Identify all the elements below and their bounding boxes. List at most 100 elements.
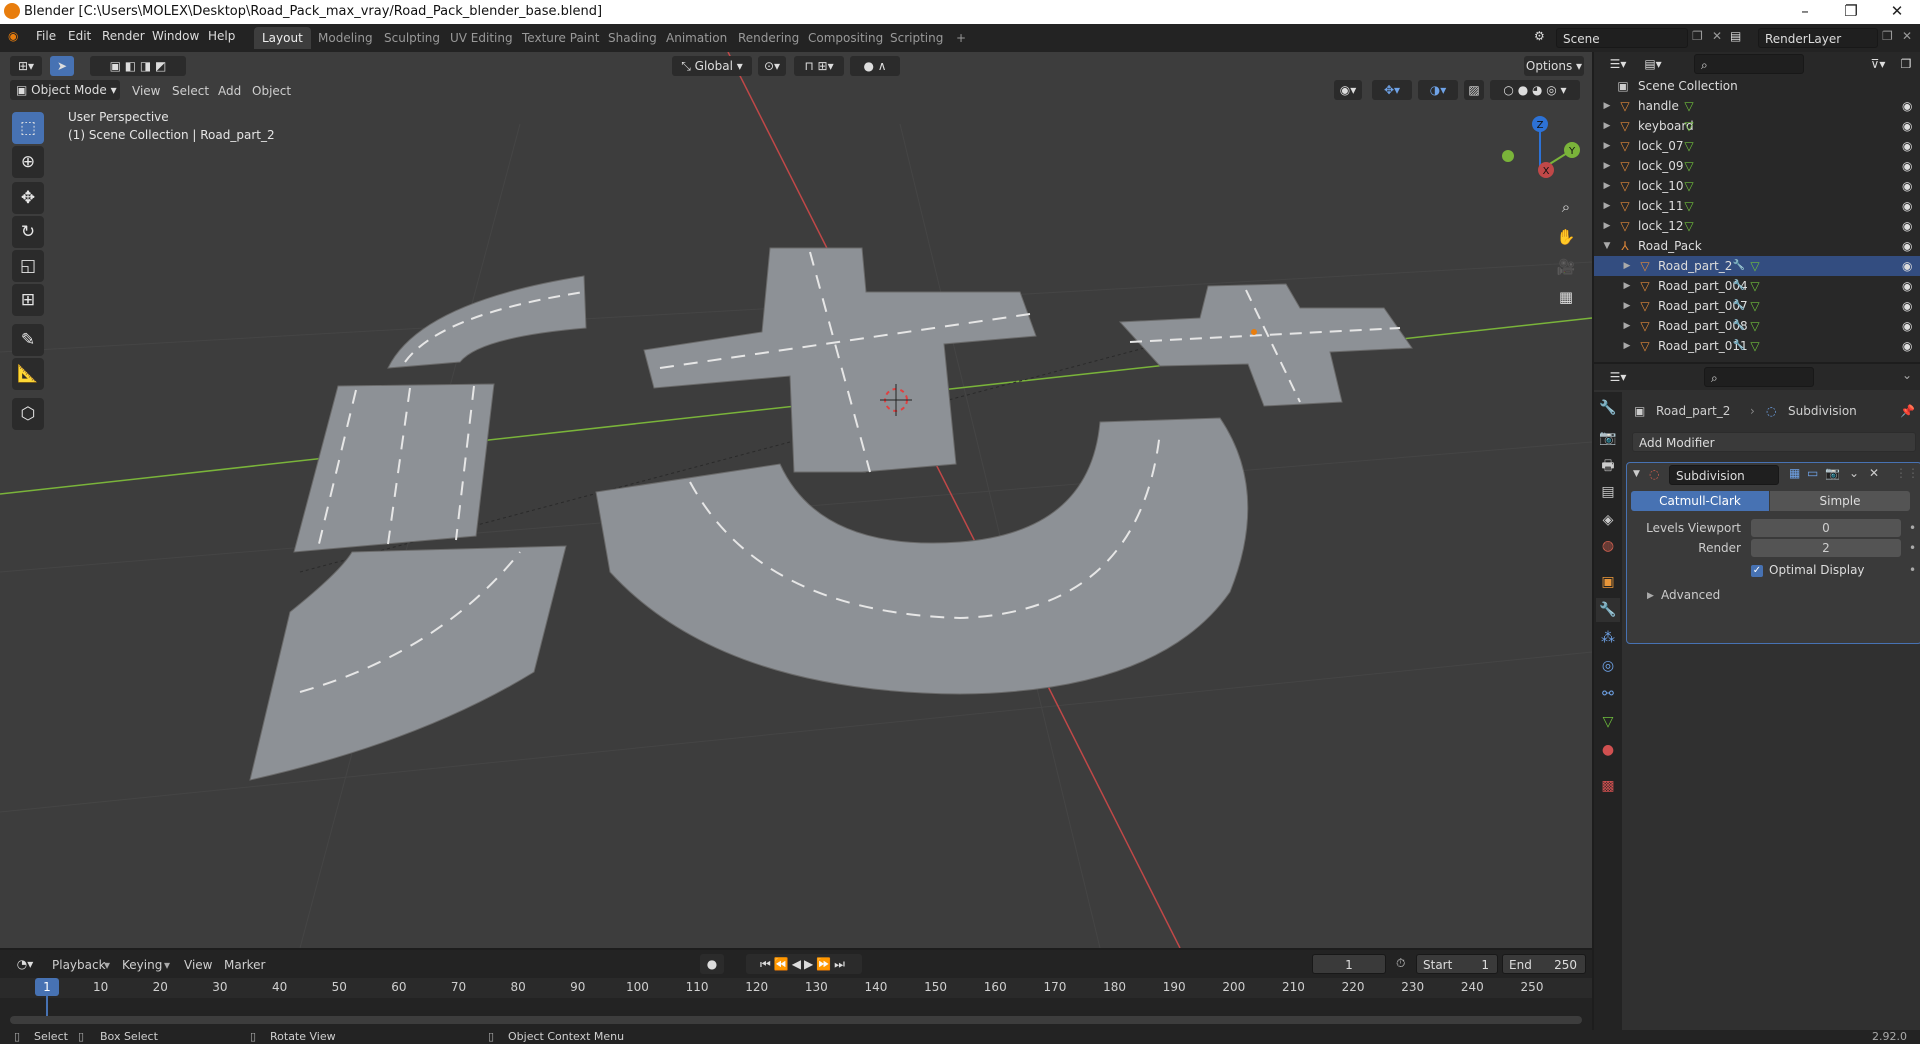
collapse-arrow-icon[interactable]: ▼ — [1633, 469, 1640, 479]
modifier-menu-icon[interactable]: ⌄ — [1849, 466, 1859, 480]
annotate-tool-icon[interactable]: ✎ — [12, 324, 44, 356]
menu-render[interactable]: Render — [102, 29, 145, 43]
expand-arrow-icon[interactable]: ▶ — [1602, 196, 1612, 216]
snap-toggle[interactable]: ⊓ ⊞▾ — [794, 56, 844, 76]
constraints-properties-icon[interactable]: ⚯ — [1596, 682, 1620, 706]
transform-orientation-dropdown[interactable]: ⤡ Global ▾ — [672, 56, 752, 76]
tab-scripting[interactable]: Scripting — [882, 27, 951, 49]
xray-toggle-icon[interactable]: ▨ — [1464, 80, 1484, 100]
visibility-eye-icon[interactable]: ◉ — [1902, 276, 1912, 296]
object-properties-icon[interactable]: ▣ — [1596, 570, 1620, 594]
mesh-data-icon[interactable]: ▽ — [1682, 136, 1696, 156]
mesh-data-icon[interactable]: ▽ — [1748, 316, 1762, 336]
world-properties-icon[interactable]: ◍ — [1596, 534, 1620, 558]
menu-keying[interactable]: Keying — [122, 958, 162, 972]
visibility-eye-icon[interactable]: ◉ — [1902, 296, 1912, 316]
camera-view-icon[interactable]: 🎥 — [1553, 254, 1579, 280]
output-properties-icon[interactable]: 🖶 — [1596, 454, 1620, 478]
scene-collection-row[interactable]: ▣ Scene Collection — [1594, 76, 1920, 96]
menu-window[interactable]: Window — [152, 29, 199, 43]
use-preview-range-icon[interactable]: ⏱ — [1396, 956, 1405, 971]
mesh-data-icon[interactable]: ▽ — [1748, 276, 1762, 296]
menu-file[interactable]: File — [36, 29, 56, 43]
expand-arrow-icon[interactable]: ▶ — [1622, 316, 1632, 336]
start-frame-field[interactable]: Start 1 — [1416, 954, 1498, 974]
options-dropdown[interactable]: Options ▾ — [1524, 56, 1584, 76]
render-levels-field[interactable]: 2 — [1751, 539, 1901, 557]
expand-arrow-icon[interactable]: ▶ — [1622, 296, 1632, 316]
advanced-expand-icon[interactable]: ▶ — [1647, 591, 1654, 601]
zoom-icon[interactable]: ⌕ — [1553, 194, 1579, 220]
simple-tab[interactable]: Simple — [1770, 491, 1910, 511]
properties-panel[interactable]: ☰▾ ⌕ ⌄ 🔧 📷 🖶 ▤ ◈ ◍ ▣ 🔧 ⁂ ◎ ⚯ ▽ ● ▩ ▣ Roa… — [1594, 364, 1920, 1044]
gizmo-neg-y[interactable] — [1502, 150, 1514, 162]
road-crossroad-large[interactable] — [643, 247, 1037, 473]
mesh-data-icon[interactable]: ▽ — [1748, 256, 1762, 276]
outliner-item[interactable]: ▶ ▽ lock_11 ▽ ◉ — [1594, 196, 1920, 216]
keyframe-dot-icon[interactable]: • — [1909, 521, 1916, 535]
tab-uv-editing[interactable]: UV Editing — [442, 27, 521, 49]
navigation-gizmo[interactable]: Z Y X — [1502, 116, 1580, 178]
pan-hand-icon[interactable]: ✋ — [1553, 224, 1579, 250]
mesh-data-icon[interactable]: ▽ — [1682, 176, 1696, 196]
road-curve-small[interactable] — [387, 275, 587, 369]
visibility-eye-icon[interactable]: ◉ — [1902, 336, 1912, 356]
outliner-item[interactable]: ▶ ▽ Road_part_008 🔧 ▽ ◉ — [1594, 316, 1920, 336]
expand-arrow-icon[interactable]: ▶ — [1622, 276, 1632, 296]
display-mode-dropdown[interactable]: ▤▾ — [1638, 54, 1668, 74]
drag-handle-icon[interactable]: ⋮⋮ — [1895, 466, 1919, 480]
edit-mode-toggle-icon[interactable]: ▦ — [1789, 466, 1800, 480]
outliner-item[interactable]: ▶ ▽ lock_10 ▽ ◉ — [1594, 176, 1920, 196]
expand-arrow-icon[interactable]: ▶ — [1602, 156, 1612, 176]
outliner-item[interactable]: ▶ ▽ Road_part_011 🔧 ▽ ◉ — [1594, 336, 1920, 356]
visibility-eye-icon[interactable]: ◉ — [1902, 196, 1912, 216]
modifier-name-input[interactable]: Subdivision — [1669, 465, 1779, 485]
menu-playback[interactable]: Playback — [52, 958, 106, 972]
visibility-eye-icon[interactable]: ◉ — [1902, 96, 1912, 116]
tab-layout[interactable]: Layout — [254, 27, 311, 49]
road-pieces[interactable] — [249, 247, 1413, 781]
expand-arrow-icon[interactable]: ▶ — [1602, 136, 1612, 156]
modifier-icon[interactable]: 🔧 — [1732, 296, 1746, 316]
modifier-icon[interactable]: 🔧 — [1732, 316, 1746, 336]
close-window-button[interactable]: ✕ — [1874, 0, 1920, 24]
timeline-editor[interactable]: ◔▾ Playback ▾ Keying ▾ View Marker ● ⏮⏪◀… — [0, 950, 1592, 1030]
maximize-button[interactable]: ❐ — [1828, 0, 1874, 24]
physics-properties-icon[interactable]: ◎ — [1596, 654, 1620, 678]
visibility-eye-icon[interactable]: ◉ — [1902, 116, 1912, 136]
road-crossroad-small[interactable] — [1118, 283, 1413, 407]
mesh-data-icon[interactable]: ▽ — [1682, 156, 1696, 176]
cursor-tool-icon[interactable]: ⊕ — [12, 146, 44, 178]
visibility-eye-icon[interactable]: ◉ — [1902, 236, 1912, 256]
outliner-item[interactable]: ▶ ▽ Road_part_2 🔧 ▽ ◉ — [1594, 256, 1920, 276]
view-layer-properties-icon[interactable]: ▤ — [1596, 480, 1620, 504]
playback-controls[interactable]: ⏮⏪◀▶⏩⏭ — [746, 954, 862, 974]
overlay-toggle-icon[interactable]: ◑▾ — [1418, 80, 1458, 100]
render-properties-icon[interactable]: 📷 — [1596, 426, 1620, 450]
catmull-clark-tab[interactable]: Catmull-Clark — [1631, 491, 1769, 511]
modifier-icon[interactable]: 🔧 — [1732, 336, 1746, 356]
modifier-icon[interactable]: 🔧 — [1732, 256, 1746, 276]
new-collection-icon[interactable]: ❐ — [1896, 54, 1916, 74]
outliner-search-input[interactable]: ⌕ — [1694, 54, 1804, 74]
outliner-item[interactable]: ▼ ⅄ Road_Pack ◉ — [1594, 236, 1920, 256]
scale-tool-icon[interactable]: ◱ — [12, 250, 44, 282]
properties-editor-type[interactable]: ☰▾ — [1602, 367, 1634, 387]
new-scene-icon[interactable]: ❐ — [1692, 29, 1703, 43]
editor-type-dropdown[interactable]: ⊞▾ — [10, 56, 42, 76]
move-tool-icon[interactable]: ✥ — [12, 182, 44, 214]
delete-view-layer-icon[interactable]: ✕ — [1902, 29, 1912, 43]
add-cube-tool-icon[interactable]: ⬡ — [12, 398, 44, 430]
outliner-item[interactable]: ▶ ▽ handle ▽ ◉ — [1594, 96, 1920, 116]
mesh-data-icon[interactable]: ▽ — [1682, 96, 1696, 116]
material-properties-icon[interactable]: ● — [1596, 738, 1620, 762]
mesh-data-icon[interactable]: ▽ — [1682, 116, 1696, 136]
playhead-frame-indicator[interactable]: 1 — [35, 978, 59, 996]
viewport-scene[interactable]: Z Y X — [0, 52, 1592, 948]
current-frame-field[interactable]: 1 — [1312, 954, 1386, 974]
selection-mode-buttons[interactable]: ▣ ◧ ◨ ◩ — [90, 56, 186, 76]
transform-tool-icon[interactable]: ⊞ — [12, 284, 44, 316]
shading-mode-buttons[interactable]: ○ ● ◕ ◎ ▾ — [1490, 80, 1580, 100]
tab-compositing[interactable]: Compositing — [800, 27, 891, 49]
proportional-edit-toggle[interactable]: ● ∧ — [850, 56, 900, 76]
